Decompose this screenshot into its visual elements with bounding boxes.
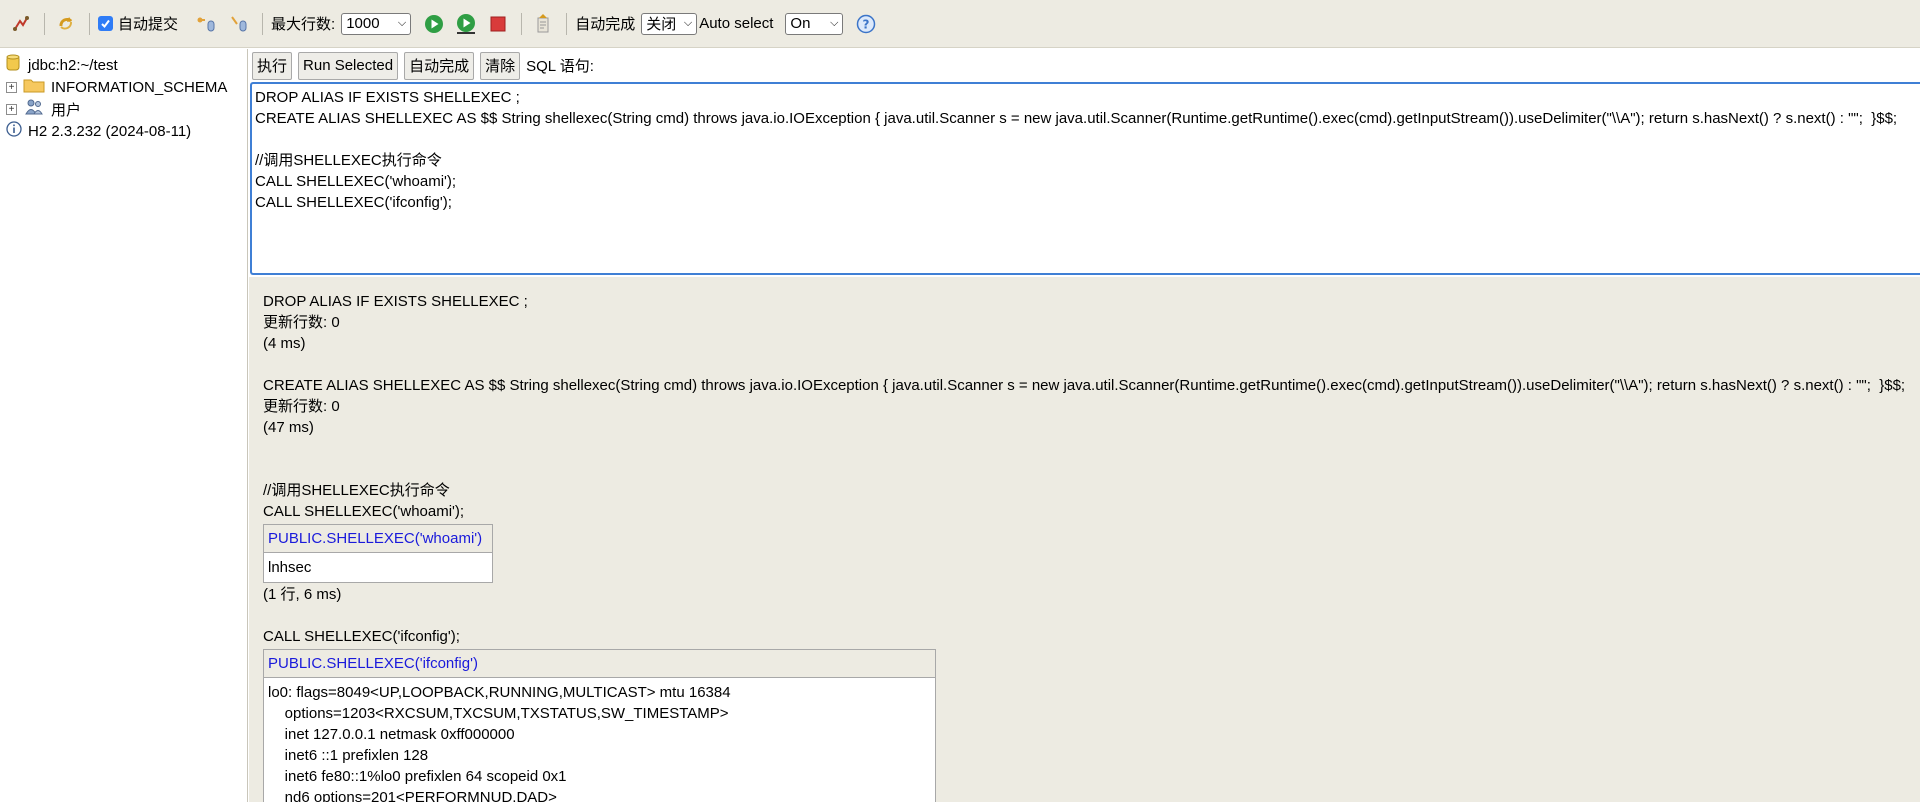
- autocommit-label: 自动提交: [118, 16, 179, 33]
- help-icon[interactable]: ?: [853, 11, 879, 37]
- query-toolbar: 执行 Run Selected 自动完成 清除 SQL 语句:: [249, 49, 1920, 82]
- toolbar-separator: [44, 12, 45, 35]
- result-time: (47 ms): [263, 419, 314, 436]
- tree-version-label: H2 2.3.232 (2024-08-11): [28, 122, 192, 140]
- toolbar-separator: [566, 12, 568, 35]
- refresh-icon[interactable]: [53, 11, 79, 37]
- rollback-icon[interactable]: [226, 11, 252, 37]
- chevron-down-icon: ⌵: [830, 17, 839, 29]
- tree-item-users[interactable]: + 用户: [0, 98, 247, 120]
- chevron-down-icon: ⌵: [683, 17, 693, 29]
- toolbar-separator: [262, 12, 264, 35]
- column-header[interactable]: PUBLIC.SHELLEXEC('whoami'): [263, 524, 493, 553]
- result-time: (4 ms): [263, 335, 306, 352]
- toolbar-separator: [521, 12, 523, 35]
- folder-icon: [23, 77, 45, 97]
- disconnect-icon[interactable]: [8, 11, 34, 37]
- table-cell: lo0: flags=8049<UP,LOOPBACK,RUNNING,MULT…: [263, 677, 936, 802]
- result-table-ifconfig: PUBLIC.SHELLEXEC('ifconfig') lo0: flags=…: [263, 649, 936, 802]
- checkbox-checked-icon[interactable]: [98, 16, 113, 31]
- auto-select-select[interactable]: On ⌵: [785, 12, 844, 35]
- run-icon[interactable]: [421, 11, 447, 37]
- result-statement: DROP ALIAS IF EXISTS SHELLEXEC ;: [263, 293, 528, 310]
- expand-icon[interactable]: +: [6, 81, 17, 93]
- autocomplete-select[interactable]: 关闭 ⌵: [641, 12, 698, 35]
- run-selected-button[interactable]: Run Selected: [298, 51, 399, 80]
- result-summary: (1 行, 6 ms): [263, 586, 342, 603]
- auto-select-label: Auto select: [699, 15, 774, 32]
- autocomplete-value: 关闭: [646, 16, 677, 33]
- tree-connection-label: jdbc:h2:~/test: [28, 56, 118, 74]
- schema-tree: jdbc:h2:~/test + INFORMATION_SCHEMA + 用户…: [0, 49, 248, 802]
- autocomplete-label: 自动完成: [575, 16, 636, 33]
- tree-item-connection[interactable]: jdbc:h2:~/test: [0, 54, 247, 76]
- tree-item-label: 用户: [51, 101, 82, 119]
- users-icon: [23, 98, 45, 120]
- result-update-count: 更新行数: 0: [263, 398, 340, 415]
- column-header[interactable]: PUBLIC.SHELLEXEC('ifconfig'): [263, 649, 936, 678]
- autocommit-checkbox[interactable]: 自动提交: [98, 13, 184, 34]
- history-icon[interactable]: [530, 11, 556, 37]
- result-statement: CREATE ALIAS SHELLEXEC AS $$ String shel…: [263, 377, 1906, 394]
- run-selected-icon[interactable]: [453, 11, 479, 37]
- toolbar-separator: [89, 12, 90, 35]
- sql-editor[interactable]: DROP ALIAS IF EXISTS SHELLEXEC ; CREATE …: [250, 82, 1920, 275]
- result-update-count: 更新行数: 0: [263, 314, 340, 331]
- chevron-down-icon: ⌵: [397, 17, 407, 29]
- autocomplete-button[interactable]: 自动完成: [404, 51, 475, 80]
- sql-label: SQL 语句:: [526, 58, 594, 75]
- auto-select-value: On: [790, 15, 811, 32]
- toolbar: 自动提交 最大行数: 1000 ⌵ 自动完成 关闭 ⌵ Auto select …: [0, 0, 1920, 48]
- commit-icon[interactable]: [194, 11, 220, 37]
- max-rows-value: 1000: [346, 15, 380, 32]
- table-cell: lnhsec: [263, 552, 493, 583]
- execute-button[interactable]: 执行: [252, 51, 293, 80]
- result-statement: CALL SHELLEXEC('ifconfig');: [263, 628, 460, 645]
- results-panel: DROP ALIAS IF EXISTS SHELLEXEC ; 更新行数: 0…: [249, 277, 1920, 802]
- tree-item-information-schema[interactable]: + INFORMATION_SCHEMA: [0, 76, 247, 98]
- stop-icon[interactable]: [485, 11, 511, 37]
- svg-text:?: ?: [863, 17, 870, 31]
- max-rows-select[interactable]: 1000 ⌵: [341, 12, 412, 35]
- database-icon: [6, 54, 20, 76]
- result-comment: //调用SHELLEXEC执行命令: [263, 482, 450, 499]
- result-table-whoami: PUBLIC.SHELLEXEC('whoami') lnhsec: [263, 524, 493, 583]
- clear-button[interactable]: 清除: [480, 51, 521, 80]
- tree-item-label: INFORMATION_SCHEMA: [51, 78, 228, 96]
- expand-icon[interactable]: +: [6, 103, 17, 115]
- info-icon: [6, 121, 22, 141]
- result-statement: CALL SHELLEXEC('whoami');: [263, 503, 465, 520]
- max-rows-label: 最大行数:: [271, 16, 336, 33]
- tree-item-version: H2 2.3.232 (2024-08-11): [0, 120, 247, 142]
